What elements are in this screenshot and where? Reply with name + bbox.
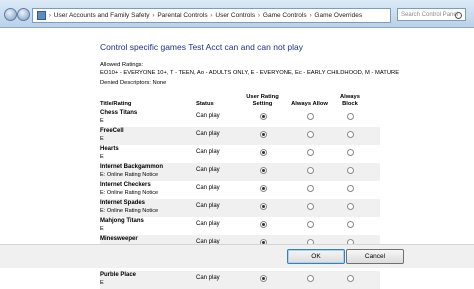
game-status: Can play — [196, 185, 220, 191]
allowed-ratings-label: Allowed Ratings: — [100, 62, 144, 68]
address-bar[interactable]: › User Accounts and Family Safety › Pare… — [32, 8, 391, 23]
always-block-radio[interactable] — [347, 203, 354, 210]
game-rating: E — [100, 280, 104, 286]
denied-descriptors: Denied Descriptors: None — [100, 80, 167, 86]
game-title: Chess Titans — [100, 110, 138, 116]
page-title: Control specific games Test Acct can and… — [100, 42, 304, 52]
game-status: Can play — [196, 203, 220, 209]
search-icon[interactable] — [455, 12, 462, 19]
always-allow-radio[interactable] — [307, 167, 314, 174]
breadcrumb-item[interactable]: User Accounts and Family Safety — [54, 12, 150, 19]
breadcrumb-item[interactable]: Parental Controls — [157, 12, 207, 19]
column-header-always-allow: Always Allow — [291, 101, 328, 107]
user-rating-radio[interactable] — [260, 221, 267, 228]
table-row: Chess Titans E Can play — [100, 109, 380, 127]
user-rating-radio[interactable] — [260, 185, 267, 192]
game-status: Can play — [196, 131, 220, 137]
breadcrumb-item[interactable]: Game Controls — [263, 12, 307, 19]
always-allow-radio[interactable] — [307, 221, 314, 228]
game-title: Internet Backgammon — [100, 164, 164, 170]
main-content: Control specific games Test Acct can and… — [0, 28, 474, 289]
table-row: Internet Backgammon E: Online Rating Noti… — [100, 163, 380, 181]
game-title: Purble Place — [100, 272, 137, 278]
always-allow-radio[interactable] — [307, 149, 314, 156]
forward-icon[interactable] — [17, 8, 30, 21]
game-title: FreeCell — [100, 128, 124, 134]
user-rating-radio[interactable] — [260, 275, 267, 282]
ok-button[interactable]: OK — [287, 249, 345, 264]
game-status: Can play — [196, 113, 220, 119]
game-status: Can play — [196, 275, 220, 281]
always-block-radio[interactable] — [347, 131, 354, 138]
game-title: Mahjong Titans — [100, 218, 144, 224]
always-allow-radio[interactable] — [307, 275, 314, 282]
always-allow-radio[interactable] — [307, 203, 314, 210]
column-header-status: Status — [196, 101, 214, 107]
navigation-bar: › User Accounts and Family Safety › Pare… — [0, 0, 474, 28]
table-row: Internet Spades E: Online Rating Notice Ca… — [100, 199, 380, 217]
table-row: Internet Checkers E: Online Rating Notice… — [100, 181, 380, 199]
table-row: Purble Place E Can play — [100, 271, 380, 289]
breadcrumb-item[interactable]: Game Overrides — [314, 12, 362, 19]
game-title: Internet Spades — [100, 200, 146, 206]
column-header-user-rating: User Rating Setting — [246, 94, 279, 107]
always-block-radio[interactable] — [347, 221, 354, 228]
game-rating: E — [100, 226, 104, 232]
game-rating: E — [100, 154, 104, 160]
user-rating-radio[interactable] — [260, 131, 267, 138]
always-block-radio[interactable] — [347, 149, 354, 156]
always-block-radio[interactable] — [347, 167, 354, 174]
control-panel-icon — [37, 10, 46, 20]
cancel-button[interactable]: Cancel — [346, 249, 404, 264]
game-title: Internet Checkers — [100, 182, 151, 188]
game-rating: E: Online Rating Notice — [100, 190, 159, 196]
game-title: Minesweeper — [100, 236, 138, 242]
table-row: Hearts E Can play — [100, 145, 380, 163]
always-block-radio[interactable] — [347, 185, 354, 192]
column-header-always-block: Always Block — [340, 94, 360, 107]
table-row: FreeCell E Can play — [100, 127, 380, 145]
user-rating-radio[interactable] — [260, 113, 267, 120]
game-rating: E — [100, 118, 104, 124]
search-placeholder: Search Control Panel — [401, 12, 459, 18]
game-title: Hearts — [100, 146, 119, 152]
always-allow-radio[interactable] — [307, 113, 314, 120]
dialog-footer: OK Cancel — [0, 244, 474, 268]
game-status: Can play — [196, 167, 220, 173]
always-block-radio[interactable] — [347, 275, 354, 282]
search-input[interactable]: Search Control Panel — [397, 8, 466, 21]
back-icon[interactable] — [4, 8, 17, 21]
column-header-title: Title/Rating — [100, 101, 132, 107]
always-allow-radio[interactable] — [307, 185, 314, 192]
allowed-ratings-value: EO10+ - EVERYONE 10+, T - TEEN, Ao - ADU… — [100, 70, 400, 76]
game-rating: E — [100, 136, 104, 142]
user-rating-radio[interactable] — [260, 167, 267, 174]
always-allow-radio[interactable] — [307, 131, 314, 138]
game-status: Can play — [196, 149, 220, 155]
user-rating-radio[interactable] — [260, 149, 267, 156]
always-block-radio[interactable] — [347, 113, 354, 120]
user-rating-radio[interactable] — [260, 203, 267, 210]
game-rating: E: Online Rating Notice — [100, 208, 159, 214]
table-row: Mahjong Titans E Can play — [100, 217, 380, 235]
game-rating: E: Online Rating Notice — [100, 172, 159, 178]
game-status: Can play — [196, 221, 220, 227]
breadcrumb-item[interactable]: User Controls — [215, 12, 255, 19]
